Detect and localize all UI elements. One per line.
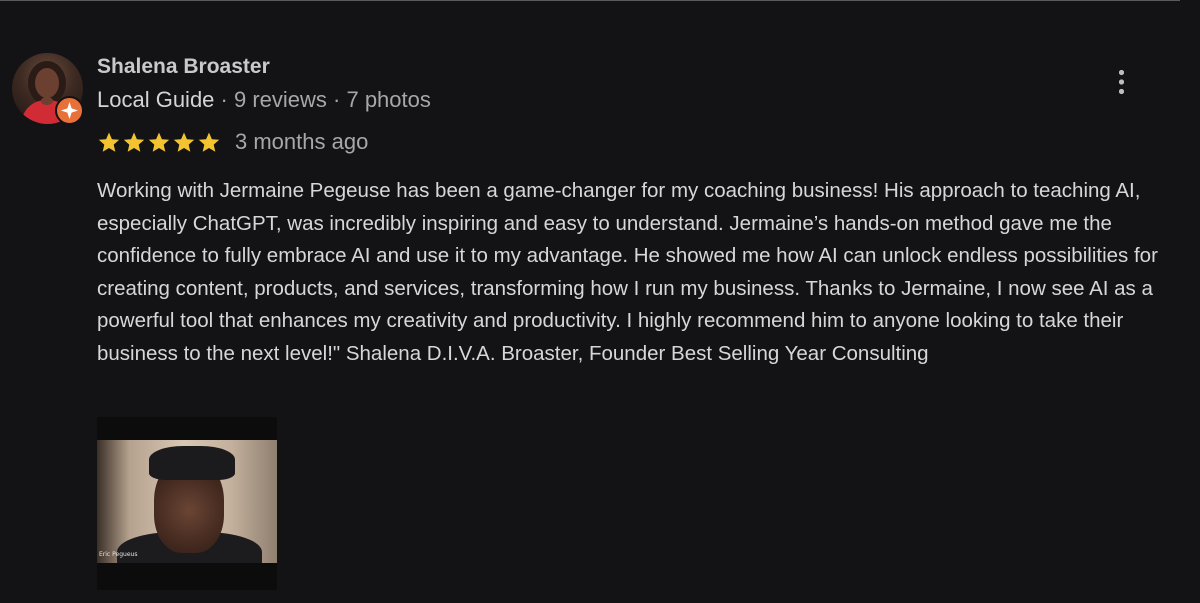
star-icon	[173, 132, 195, 152]
local-guide-label: Local Guide	[97, 87, 215, 112]
top-divider	[0, 0, 1180, 1]
reviewer-name[interactable]: Shalena Broaster	[97, 55, 270, 79]
review-text: Working with Jermaine Pegeuse has been a…	[97, 179, 1158, 365]
review-count: 9 reviews	[233, 87, 327, 112]
local-guide-badge-icon	[55, 96, 84, 125]
star-rating	[97, 131, 221, 154]
star-icon	[198, 132, 220, 152]
photo-caption: Eric Pegueus	[99, 551, 138, 558]
star-icon	[98, 132, 120, 152]
more-vertical-icon	[1118, 70, 1124, 94]
review-photo-image: Eric Pegueus	[97, 440, 277, 563]
photo-cap	[149, 446, 235, 480]
meta-separator: ·	[214, 87, 234, 112]
rating-row: 3 months ago	[97, 127, 368, 157]
more-options-button[interactable]	[1108, 66, 1134, 98]
photo-count: 7 photos	[346, 87, 431, 112]
review-card: Shalena Broaster Local Guide · 9 reviews…	[0, 0, 1200, 603]
reviewer-meta: Local Guide · 9 reviews · 7 photos	[97, 87, 431, 113]
review-time: 3 months ago	[235, 129, 369, 154]
reviewer-avatar[interactable]	[12, 53, 84, 125]
review-photo[interactable]: Eric Pegueus	[97, 417, 277, 590]
meta-separator: ·	[326, 87, 347, 112]
star-icon	[148, 132, 170, 152]
star-icon	[123, 132, 145, 152]
